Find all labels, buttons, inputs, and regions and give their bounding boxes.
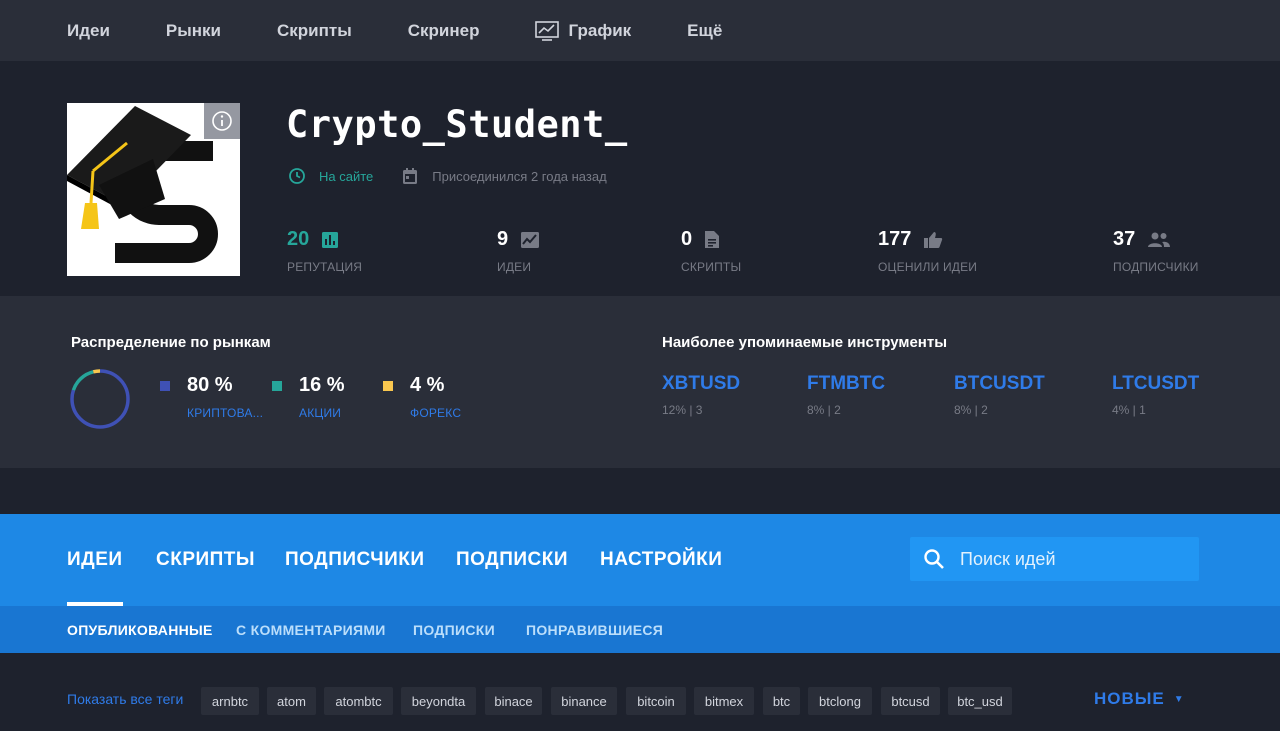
- instrument-meta: 12% | 3: [662, 403, 703, 417]
- stat-scripts[interactable]: 0 СКРИПТЫ: [681, 228, 741, 274]
- stat-likes-label: ОЦЕНИЛИ ИДЕИ: [878, 260, 978, 274]
- online-status: На сайте: [288, 167, 373, 185]
- instrument-symbol: FTMBTC: [807, 373, 886, 394]
- tag-chip[interactable]: btcusd: [881, 687, 940, 715]
- forex-swatch: [383, 380, 393, 391]
- instrument-item[interactable]: FTMBTC 8% | 2: [807, 373, 885, 417]
- sort-dropdown[interactable]: НОВЫЕ ▼: [1094, 689, 1185, 709]
- stat-ideas-label: ИДЕИ: [497, 260, 532, 274]
- nav-screener[interactable]: Скринер: [408, 21, 480, 41]
- stat-followers[interactable]: 37 ПОДПИСЧИКИ: [1113, 228, 1199, 274]
- stat-ideas-value: 9: [497, 228, 509, 250]
- tag-chip[interactable]: beyondta: [401, 687, 476, 715]
- tag-chip[interactable]: btclong: [808, 687, 872, 715]
- tag-chip[interactable]: btc_usd: [948, 687, 1012, 715]
- top-navigation: Идеи Рынки Скрипты Скринер График Ещё: [0, 0, 1280, 61]
- info-button[interactable]: [204, 103, 240, 139]
- ideas-chart-icon: [521, 231, 540, 248]
- tab-scripts[interactable]: СКРИПТЫ: [156, 549, 255, 571]
- info-icon: [212, 111, 232, 131]
- chevron-down-icon: ▼: [1173, 693, 1185, 705]
- tab-followers[interactable]: ПОДПИСЧИКИ: [285, 549, 425, 571]
- nav-more[interactable]: Ещё: [687, 21, 722, 41]
- nav-chart-label: График: [568, 20, 632, 40]
- stat-scripts-label: СКРИПТЫ: [681, 260, 742, 274]
- tag-chip[interactable]: binance: [551, 687, 617, 715]
- stat-reputation-value: 20: [287, 228, 310, 250]
- instrument-meta: 4% | 1: [1112, 403, 1146, 417]
- chart-icon: [535, 20, 560, 41]
- profile-username: Crypto_Student_: [286, 103, 628, 146]
- thumb-up-icon: [924, 231, 943, 248]
- sub-tabs: ОПУБЛИКОВАННЫЕ С КОММЕНТАРИЯМИ ПОДПИСКИ …: [0, 606, 1280, 653]
- stat-likes[interactable]: 177 ОЦЕНИЛИ ИДЕИ: [878, 228, 977, 274]
- tab-following[interactable]: ПОДПИСКИ: [456, 549, 568, 571]
- instrument-meta: 8% | 2: [954, 403, 988, 417]
- stat-followers-value: 37: [1113, 228, 1136, 250]
- markets-title: Распределение по рынкам: [71, 334, 271, 351]
- instrument-symbol: LTCUSDT: [1112, 373, 1200, 394]
- instrument-item[interactable]: XBTUSD 12% | 3: [662, 373, 740, 417]
- market-crypto-pct: 80 %: [187, 374, 233, 396]
- search-input[interactable]: [960, 548, 1180, 570]
- instrument-symbol: XBTUSD: [662, 373, 741, 394]
- tag-chip[interactable]: bitcoin: [626, 687, 686, 715]
- tags-row: Показать все теги arnbtc atom atombtc be…: [0, 653, 1280, 731]
- crypto-swatch: [160, 380, 170, 391]
- show-all-tags-link[interactable]: Показать все теги: [67, 691, 183, 707]
- stat-likes-value: 177: [878, 228, 912, 250]
- market-forex-name: ФОРЕКС: [410, 406, 462, 420]
- nav-chart[interactable]: График: [535, 21, 631, 41]
- subtab-published[interactable]: ОПУБЛИКОВАННЫЕ: [67, 622, 213, 638]
- online-label: На сайте: [319, 168, 374, 184]
- tag-chip[interactable]: atombtc: [324, 687, 393, 715]
- tag-chip[interactable]: bitmex: [694, 687, 754, 715]
- instruments-title: Наиболее упоминаемые инструменты: [662, 334, 948, 351]
- people-icon: [1148, 232, 1171, 247]
- joined-label: Присоединился 2 года назад: [432, 168, 607, 184]
- market-forex-pct: 4 %: [410, 374, 445, 396]
- stat-reputation-label: РЕПУТАЦИЯ: [287, 260, 363, 274]
- script-doc-icon: [705, 231, 720, 248]
- tab-settings[interactable]: НАСТРОЙКИ: [600, 549, 722, 571]
- instrument-symbol: BTCUSDT: [954, 373, 1045, 394]
- nav-scripts[interactable]: Скрипты: [277, 21, 352, 41]
- subtab-commented[interactable]: С КОММЕНТАРИЯМИ: [236, 622, 386, 638]
- tag-chip[interactable]: arnbtc: [201, 687, 259, 715]
- profile-header: Crypto_Student_ На сайте Присоединился 2…: [0, 61, 1280, 296]
- markets-donut-chart: [70, 369, 130, 429]
- search-icon: [924, 549, 944, 569]
- tag-chip[interactable]: binace: [485, 687, 542, 715]
- market-forex[interactable]: 4 % ФОРЕКС: [383, 374, 461, 420]
- nav-ideas[interactable]: Идеи: [67, 21, 110, 41]
- sort-label: НОВЫЕ: [1094, 689, 1165, 708]
- market-stocks-name: АКЦИИ: [299, 406, 342, 420]
- nav-markets[interactable]: Рынки: [166, 21, 221, 41]
- calendar-icon: [403, 168, 418, 184]
- stat-ideas[interactable]: 9 ИДЕИ: [497, 228, 540, 274]
- tag-chip[interactable]: atom: [267, 687, 316, 715]
- markets-section: Распределение по рынкам 80 % КРИПТОВА...…: [0, 296, 1280, 468]
- stocks-swatch: [272, 380, 282, 391]
- market-crypto[interactable]: 80 % КРИПТОВА...: [160, 374, 263, 420]
- stat-scripts-value: 0: [681, 228, 693, 250]
- instrument-item[interactable]: LTCUSDT 4% | 1: [1112, 373, 1199, 417]
- profile-tabs: ИДЕИ СКРИПТЫ ПОДПИСЧИКИ ПОДПИСКИ НАСТРОЙ…: [0, 514, 1280, 606]
- profile-status: На сайте Присоединился 2 года назад: [288, 167, 607, 185]
- subtab-liked[interactable]: ПОНРАВИВШИЕСЯ: [526, 622, 663, 638]
- stat-reputation[interactable]: 20 РЕПУТАЦИЯ: [287, 228, 362, 274]
- market-stocks-pct: 16 %: [299, 374, 345, 396]
- stat-followers-label: ПОДПИСЧИКИ: [1113, 260, 1199, 274]
- subtab-subscriptions[interactable]: ПОДПИСКИ: [413, 622, 495, 638]
- market-crypto-name: КРИПТОВА...: [187, 406, 264, 420]
- market-stocks[interactable]: 16 % АКЦИИ: [272, 374, 345, 420]
- instrument-meta: 8% | 2: [807, 403, 841, 417]
- ideas-search[interactable]: [910, 537, 1199, 581]
- clock-icon: [289, 168, 305, 184]
- instrument-item[interactable]: BTCUSDT 8% | 2: [954, 373, 1045, 417]
- tag-chip[interactable]: btc: [763, 687, 800, 715]
- reputation-chart-icon: [322, 231, 339, 248]
- joined-status: Присоединился 2 года назад: [401, 167, 607, 185]
- tab-ideas[interactable]: ИДЕИ: [67, 549, 123, 571]
